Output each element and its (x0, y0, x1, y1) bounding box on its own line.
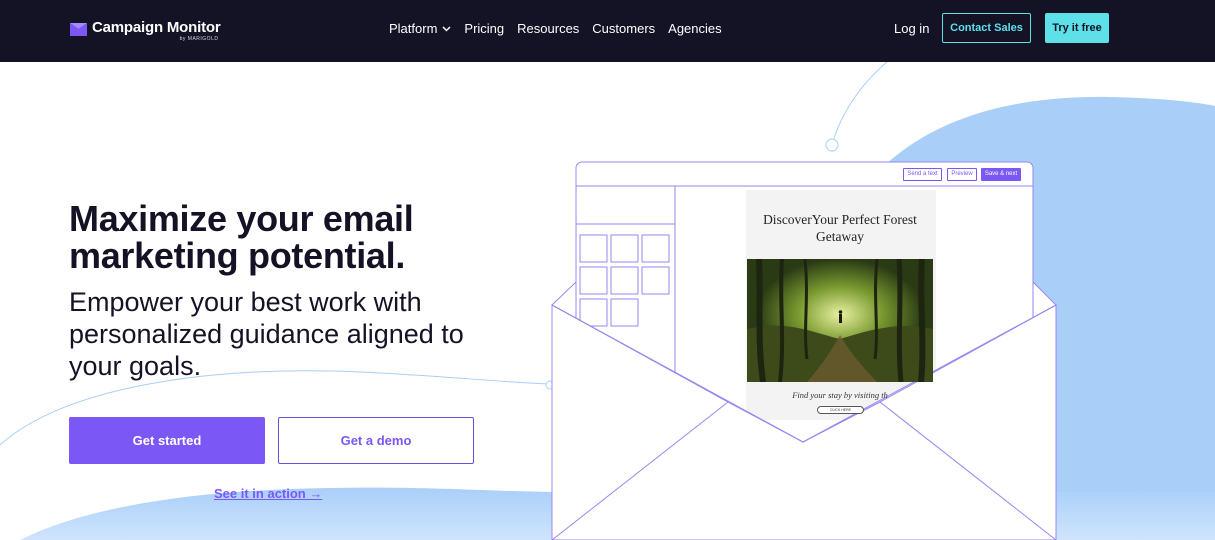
save-next-button[interactable]: Save & next (981, 168, 1021, 181)
see-it-in-action-link[interactable]: See it in action → (214, 486, 322, 501)
nav-links: Platform Pricing Resources Customers Age… (389, 20, 735, 38)
envelope-logo-icon (70, 23, 87, 36)
nav-link-platform[interactable]: Platform (389, 20, 451, 38)
logo-byline: by MARIGOLD (179, 36, 219, 42)
chevron-down-icon (442, 26, 451, 32)
hero-title: Maximize your email marketing potential. (69, 198, 414, 276)
nav-link-pricing[interactable]: Pricing (464, 20, 504, 38)
email-title: DiscoverYour Perfect Forest Getaway (763, 212, 917, 244)
logo[interactable]: Campaign Monitor by MARIGOLD (70, 19, 221, 42)
preview-button[interactable]: Preview (947, 168, 977, 181)
guide-node-left (545, 380, 555, 390)
blue-wave-bottom (20, 487, 1215, 540)
get-started-button[interactable]: Get started (69, 417, 265, 464)
send-text-button[interactable]: Send a text (903, 168, 942, 181)
guide-node (825, 138, 839, 152)
email-caption: Find your stay by visiting th (792, 390, 888, 400)
email-click-here-button: CLICK HERE (817, 406, 864, 414)
nav-link-label: Platform (389, 21, 438, 36)
top-nav: Campaign Monitor by MARIGOLD Platform Pr… (0, 0, 1215, 62)
forest-photo (747, 259, 933, 382)
contact-sales-button[interactable]: Contact Sales (942, 13, 1031, 43)
nav-link-customers[interactable]: Customers (592, 20, 655, 38)
hero-subtitle: Empower your best work with personalized… (69, 287, 464, 381)
login-link[interactable]: Log in (894, 20, 929, 38)
nav-link-resources[interactable]: Resources (517, 20, 579, 38)
try-free-button[interactable]: Try it free (1045, 13, 1109, 43)
nav-link-agencies[interactable]: Agencies (668, 20, 721, 38)
logo-name: Campaign Monitor (92, 19, 221, 36)
guide-line-top (831, 62, 888, 146)
get-demo-button[interactable]: Get a demo (278, 417, 474, 464)
